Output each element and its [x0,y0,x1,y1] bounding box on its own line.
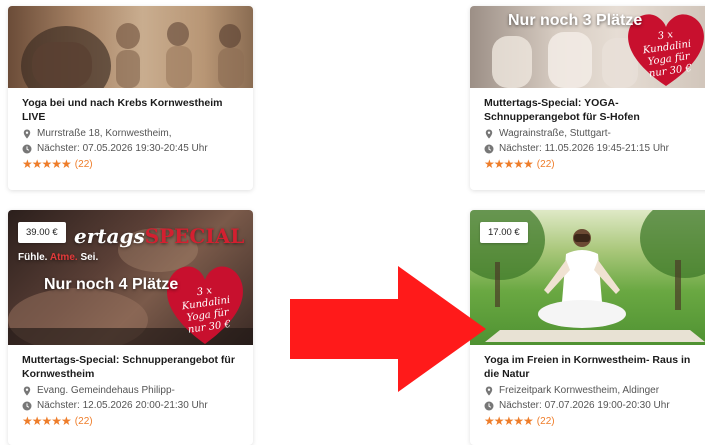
event-image: 3 x Kundalini Yoga für nur 30 € Nur noch… [470,6,705,88]
event-address: Murrstraße 18, Kornwestheim, [37,128,172,139]
map-pin-icon [485,129,493,138]
event-card-muttertags-kornwestheim[interactable]: 39.00 € ertagsSPECIAL Fühle. Atme. Sei. … [8,210,253,445]
map-pin-icon [23,129,31,138]
event-date-text: Nächster: 07.07.2026 19:00-20:30 Uhr [499,400,670,411]
event-card-yoga-im-freien[interactable]: 17.00 € Yoga im Freien in Kornwestheim- … [470,210,705,445]
event-card-muttertags-s-hofen[interactable]: 3 x Kundalini Yoga für nur 30 € Nur noch… [470,6,705,190]
star-icon: ★★★★★ [22,414,72,428]
event-title[interactable]: Yoga im Freien in Kornwestheim- Raus in … [484,353,703,381]
rating-count[interactable]: (22) [75,416,93,427]
event-rating: ★★★★★ (22) [22,158,241,170]
event-location: Evang. Gemeindehaus Philipp- [22,385,241,396]
map-pin-icon [23,386,31,395]
event-date-text: Nächster: 11.05.2026 19:45-21:15 Uhr [499,143,669,154]
event-date-text: Nächster: 12.05.2026 20:00-21:30 Uhr [37,400,208,411]
event-location: Freizeitpark Kornwestheim, Aldinger [484,385,703,396]
event-title[interactable]: Muttertags-Special: YOGA-Schnupperangebo… [484,96,703,124]
special-banner: ertagsSPECIAL [74,224,245,248]
heart-offer-text: 3 x Kundalini Yoga für nur 30 € [642,29,693,80]
clock-icon [484,401,494,410]
event-address: Evang. Gemeindehaus Philipp- [37,385,175,396]
banner-tagline: Fühle. Atme. Sei. [18,252,99,263]
event-image: 17.00 € [470,210,705,345]
clock-icon [484,144,494,153]
clock-icon [22,401,32,410]
red-arrow-icon [290,266,486,392]
star-icon: ★★★★★ [484,157,534,171]
price-badge: 39.00 € [18,222,66,243]
rating-count[interactable]: (22) [537,416,555,427]
remaining-places: Nur noch 3 Plätze [508,12,643,29]
event-location: Murrstraße 18, Kornwestheim, [22,128,241,139]
event-next-date: Nächster: 07.05.2026 19:30-20:45 Uhr [22,143,241,154]
event-title[interactable]: Muttertags-Special: Schnupperangebot für… [22,353,241,381]
event-next-date: Nächster: 12.05.2026 20:00-21:30 Uhr [22,400,241,411]
event-next-date: Nächster: 11.05.2026 19:45-21:15 Uhr [484,143,703,154]
event-card-yoga-krebs[interactable]: Yoga bei und nach Krebs Kornwestheim LIV… [8,6,253,190]
event-rating: ★★★★★ (22) [484,415,703,427]
event-location: Wagrainstraße, Stuttgart- [484,128,703,139]
price-badge: 17.00 € [480,222,528,243]
event-title[interactable]: Yoga bei und nach Krebs Kornwestheim LIV… [22,96,241,124]
event-address: Freizeitpark Kornwestheim, Aldinger [499,385,660,396]
star-icon: ★★★★★ [484,414,534,428]
star-icon: ★★★★★ [22,157,72,171]
event-rating: ★★★★★ (22) [484,158,703,170]
event-image: 39.00 € ertagsSPECIAL Fühle. Atme. Sei. … [8,210,253,345]
clock-icon [22,144,32,153]
event-date-text: Nächster: 07.05.2026 19:30-20:45 Uhr [37,143,208,154]
heart-offer-text: 3 x Kundalini Yoga für nur 30 € [181,285,232,336]
event-image [8,6,253,88]
event-rating: ★★★★★ (22) [22,415,241,427]
remaining-places: Nur noch 4 Plätze [44,276,179,293]
event-address: Wagrainstraße, Stuttgart- [499,128,611,139]
rating-count[interactable]: (22) [75,159,93,170]
rating-count[interactable]: (22) [537,159,555,170]
event-next-date: Nächster: 07.07.2026 19:00-20:30 Uhr [484,400,703,411]
